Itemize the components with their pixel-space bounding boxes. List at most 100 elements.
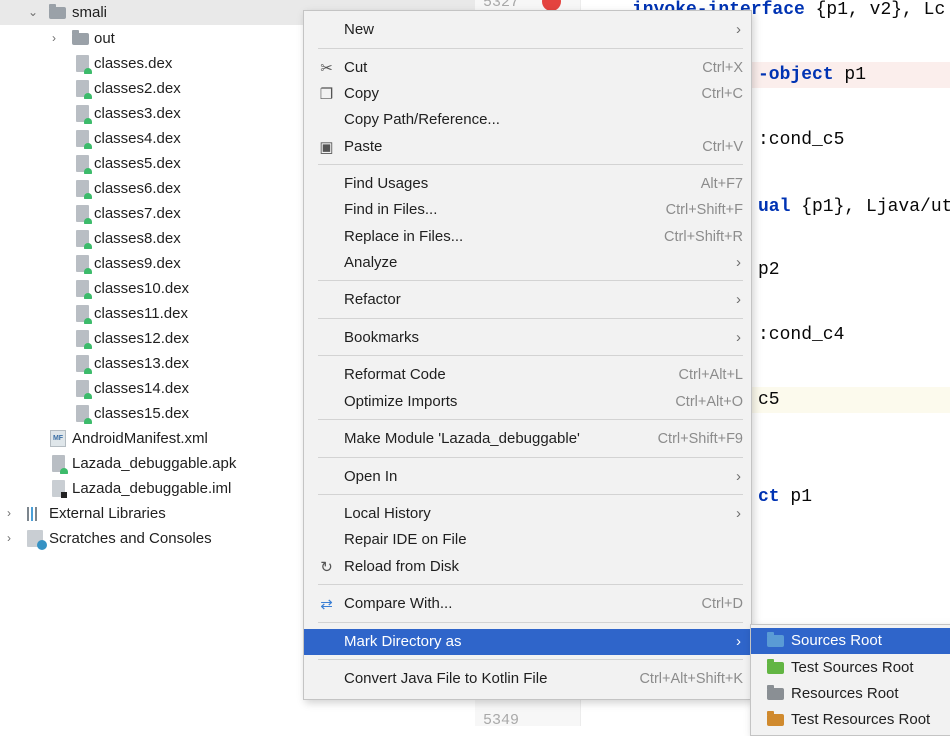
menu-item[interactable]: Refactor › — [304, 287, 751, 313]
menu-item[interactable]: Convert Java File to Kotlin File Ctrl+Alt… — [304, 666, 751, 692]
tree-label: Scratches and Consoles — [49, 530, 212, 547]
tree-label: classes15.dex — [94, 405, 190, 422]
scratches-icon — [27, 530, 47, 550]
tree-label: smali — [72, 4, 108, 21]
submenu-item[interactable]: Sources Root — [751, 628, 950, 654]
menu-item[interactable]: Copy Path/Reference... — [304, 107, 751, 133]
menu-item[interactable]: ✂ Cut Ctrl+X — [304, 55, 751, 81]
menu-item[interactable]: ❐ Copy Ctrl+C — [304, 81, 751, 107]
module-file-icon — [52, 480, 67, 498]
clipboard-icon: ▣ — [319, 139, 334, 156]
menu-item[interactable]: New › — [304, 17, 751, 43]
menu-item-label: Copy Path/Reference... — [344, 111, 500, 128]
folder-icon — [72, 30, 89, 45]
menu-separator — [318, 584, 743, 585]
menu-separator — [318, 622, 743, 623]
menu-item-label: Copy — [344, 85, 380, 102]
menu-item[interactable]: Optimize Imports Ctrl+Alt+O — [304, 389, 751, 415]
menu-item[interactable]: ⇄ Compare With... Ctrl+D — [304, 591, 751, 617]
menu-separator — [318, 659, 743, 660]
code-text: :cond_c5 — [758, 130, 845, 150]
chevron-right-icon: › — [736, 468, 741, 485]
code-keyword: ual — [758, 197, 791, 217]
submenu-item[interactable]: Resources Root — [751, 681, 950, 707]
menu-item-label: Local History — [344, 505, 431, 522]
dex-file-icon — [76, 55, 92, 74]
chevron-right-icon[interactable]: › — [2, 501, 16, 526]
menu-item-shortcut: Ctrl+X — [702, 60, 743, 76]
menu-item-label: Find Usages — [344, 175, 429, 192]
menu-item[interactable]: Reformat Code Ctrl+Alt+L — [304, 362, 751, 388]
menu-item-label: Mark Directory as — [344, 633, 462, 650]
tree-label: classes9.dex — [94, 255, 181, 272]
chevron-right-icon[interactable]: › — [47, 26, 61, 51]
menu-item-label: Optimize Imports — [344, 393, 458, 410]
menu-item[interactable]: Open In › — [304, 464, 751, 490]
menu-item-label: Open In — [344, 468, 398, 485]
chevron-right-icon[interactable]: › — [2, 526, 16, 551]
code-keyword: -object — [758, 65, 834, 85]
tree-label: classes8.dex — [94, 230, 181, 247]
tree-label: classes.dex — [94, 55, 173, 72]
menu-item-label: Repair IDE on File — [344, 531, 467, 548]
menu-item[interactable]: Repair IDE on File — [304, 527, 751, 553]
submenu-item[interactable]: Test Resources Root — [751, 707, 950, 733]
tree-label: classes14.dex — [94, 380, 190, 397]
code-text: :cond_c4 — [758, 325, 845, 345]
menu-item[interactable]: Local History › — [304, 501, 751, 527]
submenu-item[interactable]: Test Sources Root — [751, 655, 950, 681]
menu-item-shortcut: Alt+F7 — [700, 176, 743, 192]
menu-item-label: Find in Files... — [344, 201, 438, 218]
dex-file-icon — [76, 230, 92, 249]
code-keyword: ct — [758, 487, 780, 507]
menu-item[interactable]: Find in Files... Ctrl+Shift+F — [304, 197, 751, 223]
menu-item-shortcut: Ctrl+Alt+Shift+K — [639, 671, 743, 687]
folder-icon — [49, 4, 66, 19]
menu-item[interactable]: Mark Directory as › — [304, 629, 751, 655]
menu-item-shortcut: Ctrl+Shift+F — [665, 202, 743, 218]
folder-icon — [767, 711, 784, 726]
menu-separator — [318, 280, 743, 281]
menu-separator — [318, 355, 743, 356]
line-number: 5349 — [483, 712, 520, 729]
menu-item[interactable]: ▣ Paste Ctrl+V — [304, 134, 751, 160]
menu-item[interactable]: Replace in Files... Ctrl+Shift+R — [304, 224, 751, 250]
dex-file-icon — [76, 255, 92, 274]
menu-item[interactable]: Find Usages Alt+F7 — [304, 171, 751, 197]
tree-label: out — [94, 30, 115, 47]
menu-item[interactable]: Make Module 'Lazada_debuggable' Ctrl+Shif… — [304, 426, 751, 452]
code-text: p2 — [758, 260, 780, 280]
menu-item[interactable]: Bookmarks › — [304, 325, 751, 351]
chevron-down-icon[interactable]: ⌄ — [26, 0, 40, 25]
menu-item[interactable]: Analyze › — [304, 250, 751, 276]
chevron-right-icon: › — [736, 254, 741, 271]
menu-separator — [318, 457, 743, 458]
dex-file-icon — [76, 380, 92, 399]
menu-item-label: Analyze — [344, 254, 398, 271]
chevron-right-icon: › — [736, 329, 741, 346]
compare-icon: ⇄ — [320, 596, 333, 613]
tree-label: Lazada_debuggable.iml — [72, 480, 232, 497]
menu-item-shortcut: Ctrl+C — [701, 86, 744, 102]
menu-item-label: Replace in Files... — [344, 228, 464, 245]
chevron-right-icon: › — [736, 291, 741, 308]
dex-file-icon — [76, 105, 92, 124]
dex-file-icon — [76, 405, 92, 424]
menu-item-label: Convert Java File to Kotlin File — [344, 670, 548, 687]
submenu-item-label: Test Resources Root — [791, 711, 931, 728]
manifest-icon: MF — [50, 430, 66, 447]
menu-item[interactable]: ↻ Reload from Disk — [304, 554, 751, 580]
menu-item-label: Make Module 'Lazada_debuggable' — [344, 430, 580, 447]
tree-label: classes7.dex — [94, 205, 181, 222]
menu-separator — [318, 48, 743, 49]
tree-label: classes4.dex — [94, 130, 181, 147]
dex-file-icon — [76, 205, 92, 224]
folder-icon — [767, 632, 784, 647]
dex-file-icon — [76, 305, 92, 324]
tree-label: Lazada_debuggable.apk — [72, 455, 237, 472]
dex-file-icon — [76, 355, 92, 374]
scissors-icon: ✂ — [320, 60, 333, 77]
tree-label: classes2.dex — [94, 80, 181, 97]
menu-item-label: Reformat Code — [344, 366, 446, 383]
tree-label: classes11.dex — [94, 305, 188, 322]
